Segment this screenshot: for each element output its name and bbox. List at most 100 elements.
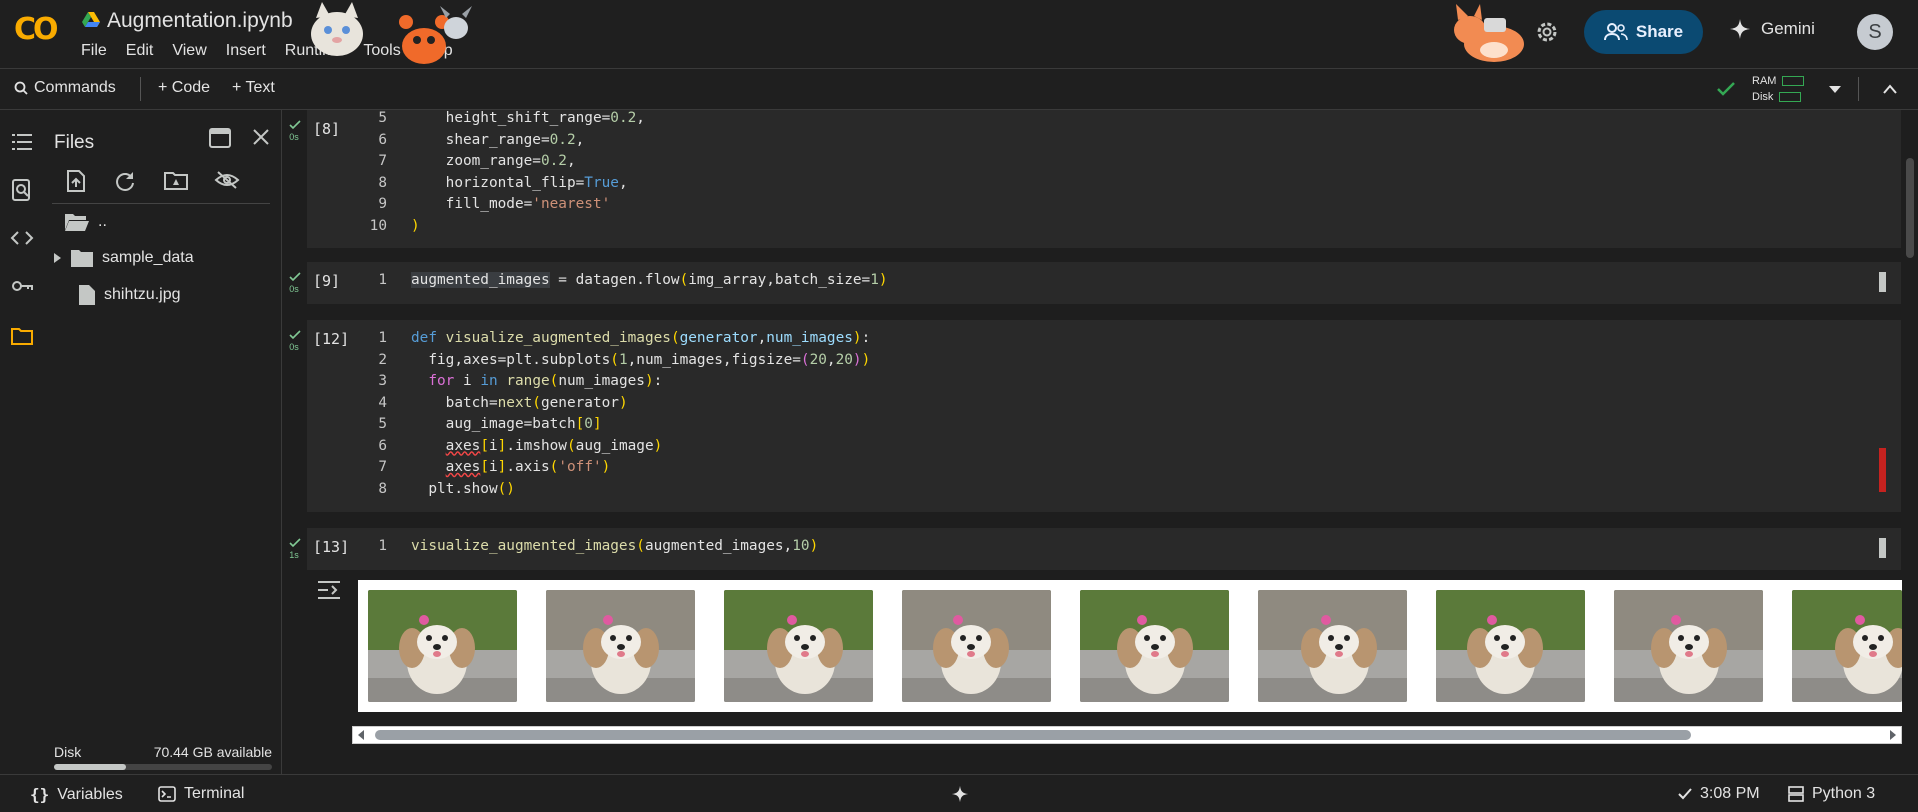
scroll-marker xyxy=(1879,272,1886,292)
find-icon[interactable] xyxy=(10,178,34,202)
gemini-button[interactable]: Gemini xyxy=(1729,18,1815,40)
augmented-image-thumbnail xyxy=(1080,590,1229,702)
code-editor[interactable]: 1 visualize_augmented_images(augmented_im… xyxy=(357,536,818,558)
check-icon xyxy=(289,538,301,548)
execution-count[interactable]: [8] xyxy=(313,120,340,138)
code-editor[interactable]: 5 height_shift_range=0.2, 6 shear_range=… xyxy=(357,110,645,237)
gear-icon[interactable] xyxy=(1535,20,1559,44)
variables-button[interactable]: {} Variables xyxy=(30,785,123,804)
mount-drive-icon[interactable] xyxy=(164,170,188,190)
code-editor[interactable]: 1 augmented_images = datagen.flow(img_arr… xyxy=(357,270,888,292)
upload-file-icon[interactable] xyxy=(66,170,86,192)
output-actions-icon[interactable] xyxy=(316,580,342,600)
avatar[interactable]: S xyxy=(1857,14,1893,50)
code-cell[interactable]: 0s [12] 1 def visualize_augmented_images(… xyxy=(289,320,1901,512)
disk-bar xyxy=(1779,92,1802,103)
chevron-up-icon[interactable] xyxy=(1882,83,1898,95)
code-cell[interactable]: 1s [13] 1 visualize_augmented_images(augm… xyxy=(289,528,1901,570)
code-cell[interactable]: 0s [8] 5 height_shift_range=0.2, 6 shear… xyxy=(289,110,1901,248)
augmented-image-thumbnail xyxy=(1436,590,1585,702)
disk-usage-row: Disk 70.44 GB available xyxy=(54,744,272,760)
kernel-status[interactable]: Python 3 xyxy=(1788,785,1875,803)
menu-file[interactable]: File xyxy=(81,42,107,60)
terminal-button[interactable]: Terminal xyxy=(158,785,244,803)
check-icon xyxy=(289,120,301,130)
people-icon xyxy=(1603,23,1628,41)
code-cell[interactable]: 0s [9] 1 augmented_images = datagen.flow(… xyxy=(289,262,1901,304)
status-bar: {} Variables Terminal 3:08 PM Python 3 xyxy=(0,774,1918,812)
variables-label: Variables xyxy=(57,785,123,803)
augmented-image-thumbnail xyxy=(724,590,873,702)
file-item-label: .. xyxy=(98,213,107,230)
drive-icon[interactable] xyxy=(82,12,100,28)
kernel-label: Python 3 xyxy=(1812,785,1876,802)
vertical-scrollbar[interactable] xyxy=(1906,158,1914,258)
hide-files-icon[interactable] xyxy=(214,170,240,190)
close-icon[interactable] xyxy=(252,128,270,146)
error-marker xyxy=(1879,448,1886,492)
colab-logo[interactable]: CO xyxy=(14,12,58,47)
file-item-parent[interactable]: .. xyxy=(64,212,107,232)
check-icon xyxy=(1678,788,1692,800)
ram-label: RAM xyxy=(1752,75,1777,87)
run-duration: 1s xyxy=(289,550,299,560)
run-duration: 0s xyxy=(289,284,299,294)
execution-count[interactable]: [12] xyxy=(313,330,349,348)
folder-icon[interactable] xyxy=(10,324,34,348)
augmented-image-thumbnail xyxy=(1614,590,1763,702)
execution-count[interactable]: [9] xyxy=(313,272,340,290)
share-label: Share xyxy=(1635,22,1684,41)
chevron-down-icon[interactable] xyxy=(1828,85,1842,95)
cell-output-images xyxy=(358,580,1902,712)
sparkle-icon xyxy=(1730,19,1750,39)
folder-open-icon xyxy=(65,214,89,231)
resource-monitor[interactable]: RAM Disk xyxy=(1752,73,1805,105)
check-icon xyxy=(289,272,301,282)
menu-edit[interactable]: Edit xyxy=(126,42,154,60)
open-in-tab-icon[interactable] xyxy=(209,128,231,148)
augmented-image-thumbnail xyxy=(1792,590,1902,702)
file-item-shihtzu[interactable]: shihtzu.jpg xyxy=(78,284,181,306)
disk-usage-fill xyxy=(54,764,126,770)
file-item-sample-data[interactable]: sample_data xyxy=(52,248,194,268)
execution-count[interactable]: [13] xyxy=(313,538,349,556)
execution-status[interactable]: 3:08 PM xyxy=(1678,785,1760,803)
table-of-contents-icon[interactable] xyxy=(10,130,34,154)
disk-usage-bar xyxy=(54,764,272,770)
scroll-right-icon[interactable] xyxy=(1889,730,1897,740)
corgi-mascot-icon xyxy=(1454,4,1524,62)
terminal-icon xyxy=(158,786,176,802)
refresh-icon[interactable] xyxy=(114,170,136,192)
files-panel-title: Files xyxy=(54,132,95,153)
add-code-button[interactable]: + Code xyxy=(158,79,210,97)
sparkle-icon[interactable] xyxy=(951,785,969,803)
notebook-toolbar: Commands + Code + Text RAM Disk xyxy=(0,68,1918,110)
menu-view[interactable]: View xyxy=(172,42,206,60)
file-item-label: shihtzu.jpg xyxy=(104,286,181,303)
file-icon xyxy=(79,285,95,305)
augmented-image-thumbnail xyxy=(1258,590,1407,702)
key-icon[interactable] xyxy=(10,274,34,298)
code-snippets-icon[interactable] xyxy=(10,226,34,250)
add-text-button[interactable]: + Text xyxy=(232,79,275,97)
goat-mascot-icon xyxy=(440,6,472,39)
chevron-right-icon[interactable] xyxy=(52,252,62,264)
commands-button[interactable]: Commands xyxy=(14,79,116,97)
braces-icon: {} xyxy=(30,785,50,804)
menu-insert[interactable]: Insert xyxy=(226,42,266,60)
gemini-label: Gemini xyxy=(1761,19,1815,38)
disk-usage-label: Disk xyxy=(54,744,82,760)
scroll-left-icon[interactable] xyxy=(357,730,365,740)
toolbar-divider xyxy=(140,77,141,101)
augmented-image-thumbnail xyxy=(546,590,695,702)
notebook-title[interactable]: Augmentation.ipynb xyxy=(107,9,293,33)
horizontal-scroll-thumb[interactable] xyxy=(375,730,1691,740)
terminal-label: Terminal xyxy=(184,785,245,802)
ram-bar xyxy=(1782,76,1805,87)
execution-time: 3:08 PM xyxy=(1700,785,1760,802)
code-editor[interactable]: 1 def visualize_augmented_images(generato… xyxy=(357,328,870,500)
run-duration: 0s xyxy=(289,132,299,142)
horizontal-scrollbar[interactable] xyxy=(352,726,1902,744)
share-button[interactable]: Share xyxy=(1584,10,1703,54)
top-bar: CO Augmentation.ipynb File Edit View Ins… xyxy=(0,0,1918,68)
